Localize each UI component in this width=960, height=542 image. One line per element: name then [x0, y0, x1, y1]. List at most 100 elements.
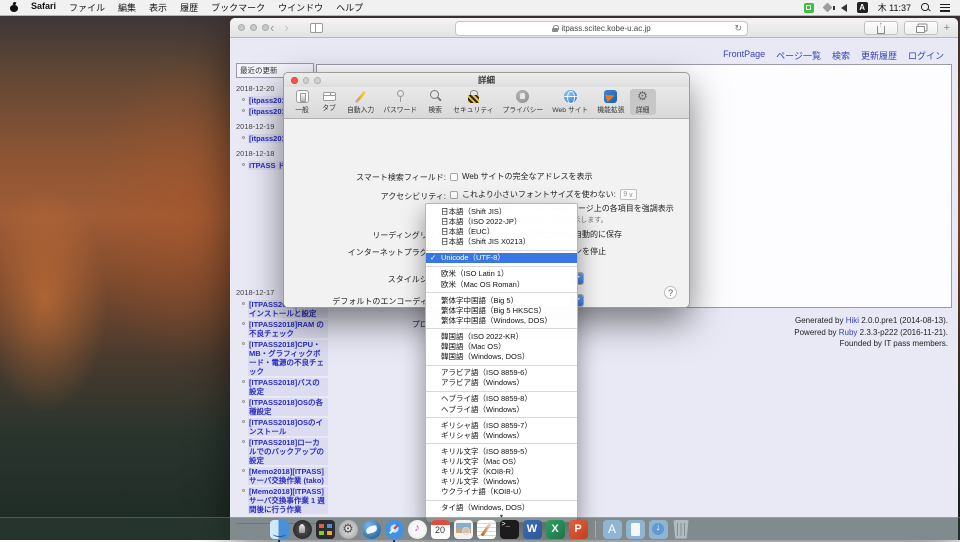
menu-bar-clock[interactable]: 木 11:37 — [878, 1, 911, 14]
menu-item-3[interactable]: 表示 — [149, 1, 167, 14]
hiki-link[interactable]: Hiki — [846, 316, 859, 325]
sidebar-link[interactable]: [ITPASS2018]OSの各種設定 — [248, 398, 328, 416]
dock-calendar[interactable]: 20 — [431, 520, 450, 539]
dialog-minimize-button[interactable] — [303, 77, 310, 84]
dock-applications[interactable]: A — [603, 520, 622, 539]
forward-button[interactable]: › — [284, 19, 288, 36]
font-size-select[interactable]: 9∨ — [620, 189, 637, 200]
menu-item-encoding[interactable]: 韓国語（ISO 2022-KR） — [426, 332, 577, 342]
menu-item-encoding[interactable]: 日本語（EUC） — [426, 227, 577, 237]
menu-item-encoding[interactable]: 繁体字中国語（Windows, DOS） — [426, 316, 577, 326]
menu-item-encoding[interactable]: 繁体字中国語（Big 5 HKSCS） — [426, 306, 577, 316]
input-source-icon[interactable]: A — [857, 2, 868, 13]
help-button[interactable]: ? — [664, 286, 677, 299]
menu-item-encoding[interactable]: アラビア語（Windows） — [426, 378, 577, 388]
dock-launchpad[interactable] — [293, 520, 312, 539]
menu-item-encoding[interactable]: 韓国語（Windows, DOS） — [426, 352, 577, 362]
prefs-tab-advanced[interactable]: ⚙詳細 — [630, 89, 656, 115]
menu-item-5[interactable]: ブックマーク — [211, 1, 265, 14]
sidebar-link[interactable]: [ITPASS2018]CPU・MB・グラフィックボード・電源の不良チェック — [248, 340, 328, 376]
prefs-tab-general[interactable]: 一般 — [289, 89, 315, 115]
menu-item-encoding[interactable]: 欧米（ISO Latin 1） — [426, 269, 577, 279]
prefs-tab-tabs[interactable]: タブ — [316, 89, 342, 113]
dock-word[interactable]: W — [523, 520, 542, 539]
new-tab-button[interactable]: + — [944, 22, 950, 34]
nav-link-3[interactable]: 更新履歴 — [861, 49, 897, 62]
dock-itunes[interactable]: ♪ — [408, 520, 427, 539]
dock-safari[interactable] — [385, 520, 404, 539]
menu-item-encoding[interactable]: アラビア語（ISO 8859-6） — [426, 368, 577, 378]
sidebar-link[interactable]: [ITPASS2018]OSのインストール — [248, 418, 328, 436]
dock-powerpoint[interactable]: P — [569, 520, 588, 539]
menu-item-encoding[interactable]: ヘブライ語（ISO 8859-8） — [426, 394, 577, 404]
dock-mission-control[interactable] — [316, 520, 335, 539]
menu-item-4[interactable]: 履歴 — [180, 1, 198, 14]
close-button[interactable] — [238, 24, 245, 31]
menu-item-encoding[interactable]: ギリシャ語（Windows） — [426, 431, 577, 441]
menu-item-encoding[interactable]: キリル文字（KOI8-R） — [426, 467, 577, 477]
address-bar[interactable]: itpass.scitec.kobe-u.ac.jp ↻ — [455, 21, 748, 36]
dock-finder[interactable] — [270, 520, 289, 539]
dock-textedit[interactable] — [477, 520, 496, 539]
dock-thunderbird[interactable] — [362, 520, 381, 539]
back-button[interactable]: ‹ — [270, 19, 274, 36]
dock-system-preferences[interactable]: ⚙ — [339, 520, 358, 539]
notification-center-icon[interactable] — [940, 4, 950, 12]
nav-link-2[interactable]: 検索 — [832, 49, 850, 62]
menu-item-encoding[interactable]: ウクライナ語（KOI8-U） — [426, 487, 577, 497]
ruby-link[interactable]: Ruby — [839, 328, 858, 337]
dock-trash[interactable] — [672, 520, 691, 539]
prefs-tab-password[interactable]: パスワード — [379, 89, 421, 115]
sidebar-link[interactable]: [ITPASS2018]ローカルでのバックアップの設定 — [248, 438, 328, 465]
menu-item-encoding[interactable]: 日本語（Shift JIS X0213） — [426, 237, 577, 247]
menu-item-encoding[interactable]: 日本語（Shift JIS） — [426, 207, 577, 217]
prefs-tab-autofill[interactable]: 自動入力 — [343, 89, 378, 115]
sidebar-link[interactable]: [Memo2018][ITPASS]サーバ交換事作業 1 週間後に行う作業 — [248, 487, 328, 514]
sidebar-link[interactable]: [ITPASS2018]バスの設定 — [248, 378, 328, 396]
apple-menu-icon[interactable] — [10, 3, 18, 12]
share-button[interactable] — [864, 21, 898, 35]
dialog-close-button[interactable] — [291, 77, 298, 84]
sidebar-toggle-button[interactable] — [310, 23, 323, 33]
menu-item-encoding[interactable]: 韓国語（Mac OS） — [426, 342, 577, 352]
menu-item-encoding[interactable]: キリル文字（ISO 8859-5） — [426, 447, 577, 457]
prefs-tab-extensions[interactable]: 機能拡張 — [593, 89, 628, 115]
min-font-size-checkbox[interactable] — [450, 191, 458, 199]
nav-link-0[interactable]: FrontPage — [723, 49, 765, 62]
menu-item-encoding[interactable]: ヘブライ語（Windows） — [426, 405, 577, 415]
menu-item-encoding[interactable]: キリル文字（Mac OS） — [426, 457, 577, 467]
smart-search-checkbox[interactable] — [450, 173, 458, 181]
zoom-button[interactable] — [262, 24, 269, 31]
nav-link-4[interactable]: ログイン — [908, 49, 944, 62]
volume-icon[interactable] — [841, 4, 847, 12]
menu-item-encoding[interactable]: Unicode（UTF-8） — [426, 253, 577, 263]
prefs-tab-websites[interactable]: Web サイト — [548, 89, 592, 115]
spotlight-icon[interactable] — [921, 3, 930, 12]
menu-item-encoding[interactable]: タイ語（Windows, DOS） — [426, 503, 577, 513]
prefs-tab-search[interactable]: 検索 — [422, 89, 448, 115]
nav-link-1[interactable]: ページ一覧 — [776, 49, 821, 62]
prefs-tab-privacy[interactable]: プライバシー — [499, 89, 548, 115]
menu-item-encoding[interactable]: ギリシャ語（ISO 8859-7） — [426, 421, 577, 431]
dock-documents[interactable] — [626, 520, 645, 539]
menu-item-encoding[interactable]: キリル文字（Windows） — [426, 477, 577, 487]
menu-item-2[interactable]: 編集 — [118, 1, 136, 14]
dock-excel[interactable]: X — [546, 520, 565, 539]
app-status-icon[interactable] — [804, 3, 814, 13]
menu-item-7[interactable]: ヘルプ — [336, 1, 363, 14]
reload-icon[interactable]: ↻ — [734, 23, 742, 34]
tab-overview-button[interactable] — [904, 21, 938, 35]
sidebar-link[interactable]: [Memo2018][ITPASS]サーバ交換作業 (tako) — [248, 467, 328, 485]
minimize-button[interactable] — [250, 24, 257, 31]
dock-downloads[interactable] — [649, 520, 668, 539]
menu-item-encoding[interactable]: 日本語（ISO 2022-JP） — [426, 217, 577, 227]
menu-item-6[interactable]: ウインドウ — [278, 1, 323, 14]
dock-terminal[interactable]: >_ — [500, 520, 519, 539]
dialog-zoom-button[interactable] — [314, 77, 321, 84]
menu-item-1[interactable]: ファイル — [69, 1, 105, 14]
menu-item-encoding[interactable]: 繁体字中国語（Big 5） — [426, 296, 577, 306]
menu-item-0[interactable]: Safari — [31, 1, 56, 14]
menu-item-encoding[interactable]: 欧米（Mac OS Roman） — [426, 280, 577, 290]
prefs-tab-security[interactable]: セキュリティ — [449, 89, 497, 115]
status-diamond-icon[interactable] — [822, 3, 832, 13]
